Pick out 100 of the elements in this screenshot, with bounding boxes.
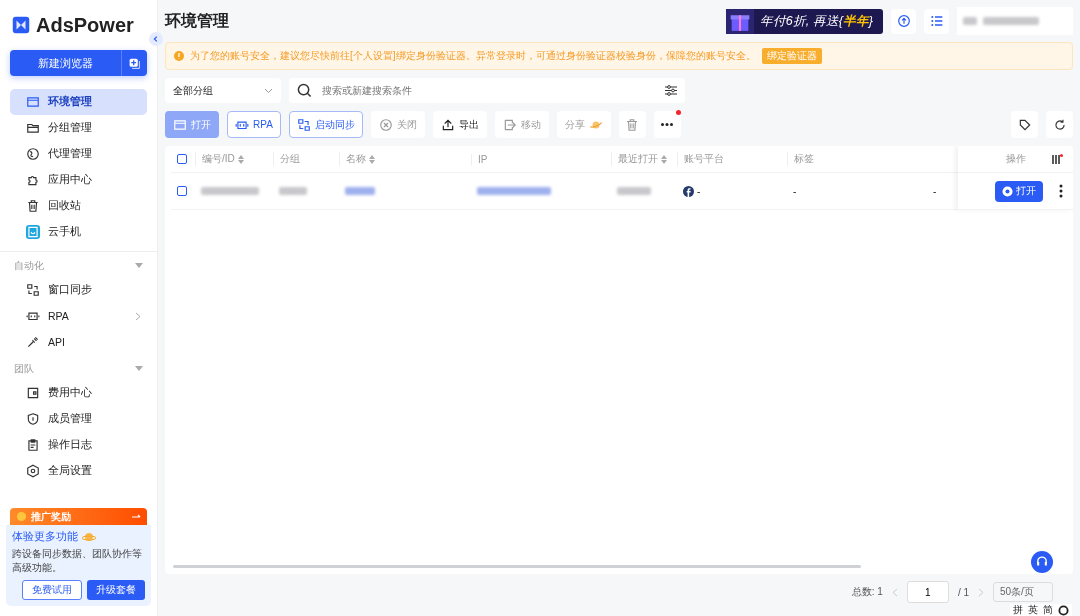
nav-item[interactable]: RPA [10,303,147,329]
more-button[interactable] [653,111,681,138]
browser-window-icon [26,95,40,109]
ime-label[interactable]: 拼 [1013,603,1023,616]
chevron-left-icon [152,35,160,43]
page-title: 环境管理 [165,10,230,31]
promo-header-text: 推广奖励 [31,509,72,524]
redacted-text [617,187,651,195]
search-input[interactable]: 搜索或新建搜索条件 [320,84,657,97]
toolbar-button[interactable]: RPA [227,111,281,138]
logo-text: AdsPower [36,13,134,37]
scrollbar[interactable] [173,565,861,568]
nav-item[interactable]: 环境管理 [10,89,147,115]
open-button[interactable]: 打开 [995,180,1043,202]
search-icon [297,83,312,98]
tag-button[interactable] [1011,111,1038,138]
column-header: 分组 [280,152,300,166]
section-title: 团队 [14,362,34,376]
platform-text: - [697,185,701,197]
refresh-icon [1052,117,1067,132]
update-button[interactable] [891,8,916,34]
toolbar-button[interactable]: 导出 [432,111,487,138]
ime-label[interactable]: 简 [1043,603,1053,616]
nav-item[interactable]: 代理管理 [10,141,147,167]
page-size-select[interactable]: 50条/页 [993,582,1053,602]
headset-icon [1035,555,1049,569]
select-all-checkbox[interactable] [177,154,187,164]
search-field[interactable]: 搜索或新建搜索条件 [289,78,685,103]
column-header: 操作 [1006,152,1026,166]
upgrade-button[interactable]: 升级套餐 [87,580,145,600]
list-button[interactable] [924,8,949,34]
logo-icon [12,16,30,34]
caret-icon[interactable] [135,263,143,269]
warning-icon [174,51,184,61]
redacted-text [279,187,307,195]
browser-icon [1002,185,1013,197]
redacted-text [345,187,375,195]
more-icon [661,123,674,126]
nav-item[interactable]: API [10,329,147,355]
sort-icon[interactable] [661,154,667,164]
batch-add-button[interactable] [121,50,147,76]
new-browser-button[interactable]: 新建浏览器 [10,50,121,76]
chevron-icon [135,311,141,321]
row-checkbox[interactable] [177,186,187,196]
redacted-text [201,187,259,195]
sync-icon [296,117,311,132]
upload-circle-icon [895,13,912,29]
plug-icon [26,335,40,349]
tag-icon [1017,117,1032,132]
nav-item[interactable]: 分组管理 [10,115,147,141]
nav-item[interactable]: 窗口同步 [10,277,147,303]
facebook-icon [683,185,694,197]
page-count: / 1 [957,586,969,598]
ime-label[interactable]: 英 [1028,603,1038,616]
nav-item[interactable]: 应用中心 [10,167,147,193]
total-count: 总数: 1 [851,585,883,599]
arrow-icon[interactable] [132,513,141,520]
columns-settings-icon[interactable] [1052,154,1063,164]
gift-icon [725,8,754,34]
support-button[interactable] [1031,551,1053,573]
column-header: 编号/ID [202,152,244,166]
upload-icon [440,117,455,132]
close-icon [378,117,393,132]
browser-window-icon [173,117,187,132]
robot-icon [26,309,40,323]
column-header: 标签 [794,152,814,166]
shield-icon [26,412,40,426]
filter-settings-icon[interactable] [665,85,677,96]
phone-app-icon [26,225,40,239]
folder-icon [26,121,40,135]
add-icon [128,56,141,70]
trial-button[interactable]: 免费试用 [22,580,82,600]
nav-item[interactable]: 云手机 [10,219,147,245]
group-select[interactable]: 全部分组 [165,78,281,103]
sort-icon[interactable] [237,154,244,164]
toolbar-button[interactable]: 启动同步 [288,111,363,138]
section-title: 自动化 [14,259,44,273]
nav-item[interactable]: 成员管理 [10,406,147,432]
nav-item[interactable]: 回收站 [10,193,147,219]
column-header: IP [478,153,488,165]
wallet-icon [26,386,40,400]
sync-icon [26,283,40,297]
banner-text: 年付6折, 再送{半年} [759,12,873,30]
planet-icon [82,531,96,543]
sort-icon[interactable] [369,154,375,164]
globe-icon [26,147,40,161]
move-icon [502,117,517,132]
promo-banner[interactable]: 年付6折, 再送{半年} [725,8,883,34]
nav-item[interactable]: 全局设置 [10,458,147,484]
promo-title: 体验更多功能 [12,530,78,544]
collapse-button[interactable] [149,32,163,46]
refresh-button[interactable] [1046,111,1073,138]
column-header: 账号平台 [684,152,724,166]
list-icon [928,13,945,29]
caret-icon[interactable] [135,366,143,372]
nav-item[interactable]: 费用中心 [10,380,147,406]
column-header: 名称 [346,152,375,166]
page-input[interactable]: 1 [906,581,949,603]
more-options-icon[interactable] [1059,184,1063,198]
nav-item[interactable]: 操作日志 [10,432,147,458]
